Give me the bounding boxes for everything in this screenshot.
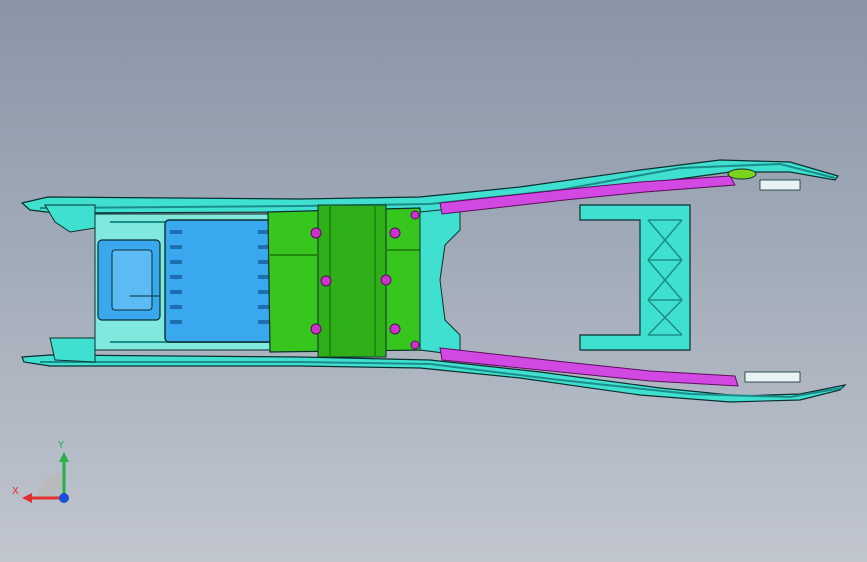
rear-tip-bracket-upper[interactable] [759, 179, 801, 191]
cad-3d-viewport[interactable]: Y X [0, 0, 867, 562]
fastener-3 [320, 275, 332, 287]
fastener-5 [310, 323, 322, 335]
rear-tip-bracket-lower[interactable] [744, 371, 801, 383]
x-axis-label: X [12, 486, 19, 497]
triad-plane-icon [38, 472, 64, 498]
fastener-8 [410, 340, 420, 350]
fastener-2 [389, 227, 401, 239]
z-axis-dot-icon [59, 493, 69, 503]
fastener-7 [410, 210, 420, 220]
frame-left-cap-bottom[interactable] [49, 337, 96, 363]
frame-left-cap-top[interactable] [44, 204, 96, 233]
rear-ladder-frame[interactable] [579, 204, 691, 351]
rear-tip-green-part[interactable] [727, 168, 757, 180]
assembly-model[interactable] [0, 0, 867, 562]
fastener-4 [380, 274, 392, 286]
fastener-6 [389, 323, 401, 335]
fastener-1 [310, 227, 322, 239]
frame-fork-arch[interactable] [419, 207, 461, 356]
connector-module-face [111, 249, 153, 311]
coordinate-triad: Y X [10, 440, 80, 510]
y-axis-label: Y [58, 440, 65, 451]
